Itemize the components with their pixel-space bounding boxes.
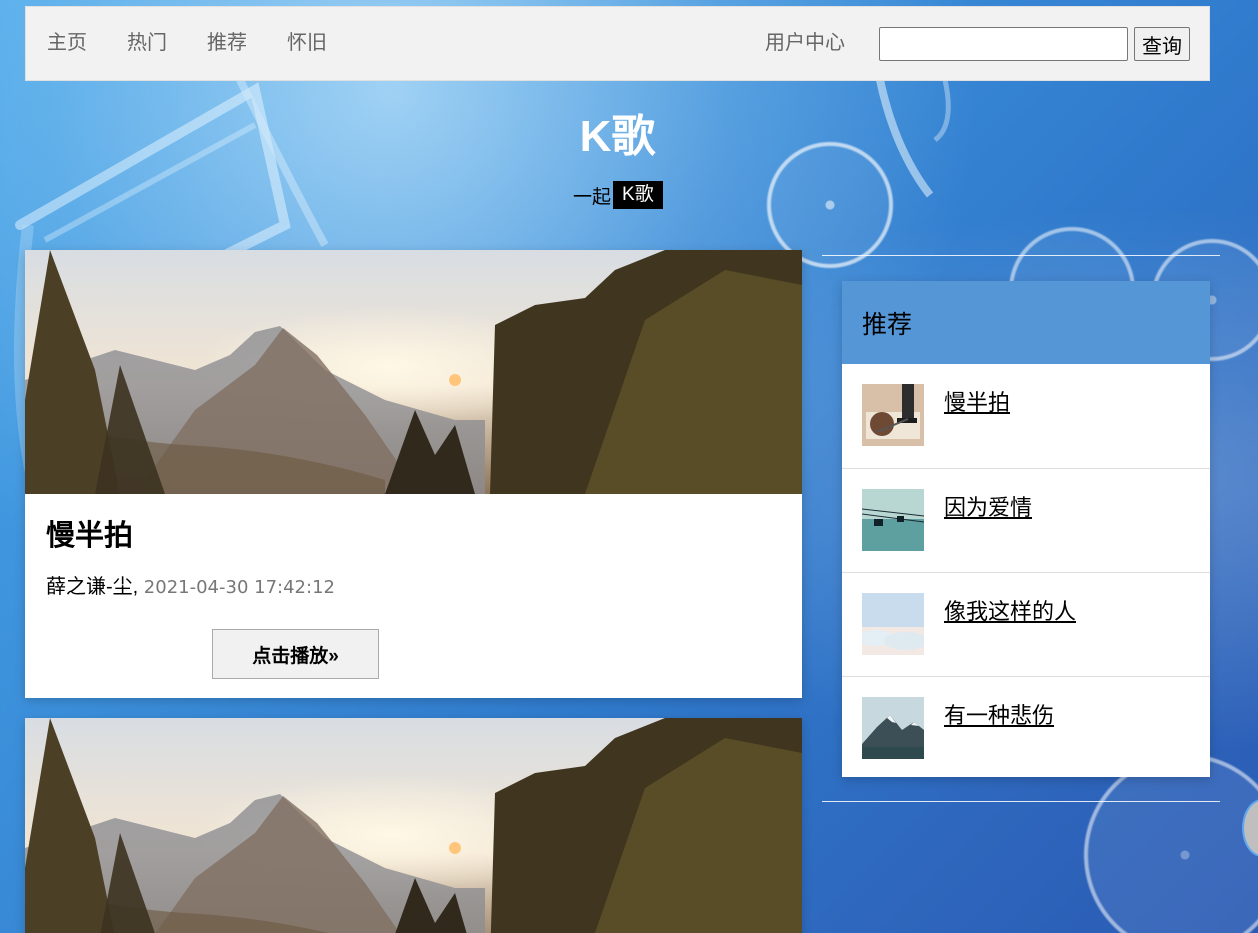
- main-navigation: 主页 热门 推荐 怀旧: [47, 26, 327, 55]
- cable-car-thumbnail: [862, 489, 924, 551]
- play-button[interactable]: 点击播放»: [212, 629, 379, 679]
- search-input[interactable]: [879, 27, 1128, 61]
- subtitle-tag: K歌: [613, 181, 663, 209]
- recommend-item: 因为爱情: [842, 468, 1210, 572]
- song-card-body: 慢半拍 薛之谦-尘, 2021-04-30 17:42:12: [25, 494, 802, 599]
- sidebar-divider: [822, 255, 1220, 256]
- recommend-item: 慢半拍: [842, 364, 1210, 468]
- recommend-link[interactable]: 有一种悲伤: [944, 698, 1054, 730]
- top-navigation-bar: 主页 热门 推荐 怀旧 用户中心 查询: [25, 6, 1210, 81]
- floating-button-edge[interactable]: [1242, 799, 1258, 857]
- site-subtitle: 一起 K歌: [573, 181, 663, 209]
- sidebar-divider: [822, 801, 1220, 802]
- song-meta: 薛之谦-尘, 2021-04-30 17:42:12: [46, 570, 781, 599]
- mountain-landscape-icon: [25, 250, 802, 494]
- meta-separator: ,: [132, 576, 139, 598]
- recommend-title: 推荐: [862, 310, 913, 339]
- song-card: 慢半拍 薛之谦-尘, 2021-04-30 17:42:12 点击播放»: [25, 250, 802, 698]
- recommend-link[interactable]: 慢半拍: [944, 385, 1010, 417]
- recommend-header: 推荐: [842, 281, 1210, 364]
- cloud-sea-thumbnail: [862, 593, 924, 655]
- mountain-landscape-icon: [25, 718, 802, 933]
- snow-mountain-thumbnail: [862, 697, 924, 759]
- recommend-item: 有一种悲伤: [842, 676, 1210, 780]
- recommend-link[interactable]: 像我这样的人: [944, 594, 1076, 626]
- song-artist: 薛之谦-尘: [46, 576, 133, 598]
- subtitle-prefix: 一起: [573, 186, 612, 208]
- nav-hot[interactable]: 热门: [127, 26, 167, 55]
- nav-recommend[interactable]: 推荐: [207, 26, 247, 55]
- song-card: [25, 718, 802, 933]
- song-timestamp: 2021-04-30 17:42:12: [143, 577, 335, 598]
- record-player-thumbnail: [862, 384, 924, 446]
- recommend-item: 像我这样的人: [842, 572, 1210, 676]
- recommend-list: 慢半拍 因为爱情 像我这样的人 有一种悲伤: [842, 364, 1210, 780]
- recommend-link[interactable]: 因为爱情: [944, 490, 1032, 522]
- site-title: K歌: [579, 112, 656, 161]
- nav-nostalgia[interactable]: 怀旧: [287, 26, 327, 55]
- song-title: 慢半拍: [46, 520, 134, 552]
- user-center-link[interactable]: 用户中心: [765, 26, 845, 55]
- recommend-panel: 推荐 慢半拍 因为爱情 像我这样的人 有一种悲伤: [842, 281, 1210, 777]
- nav-home[interactable]: 主页: [47, 26, 87, 55]
- search-button[interactable]: 查询: [1134, 27, 1190, 61]
